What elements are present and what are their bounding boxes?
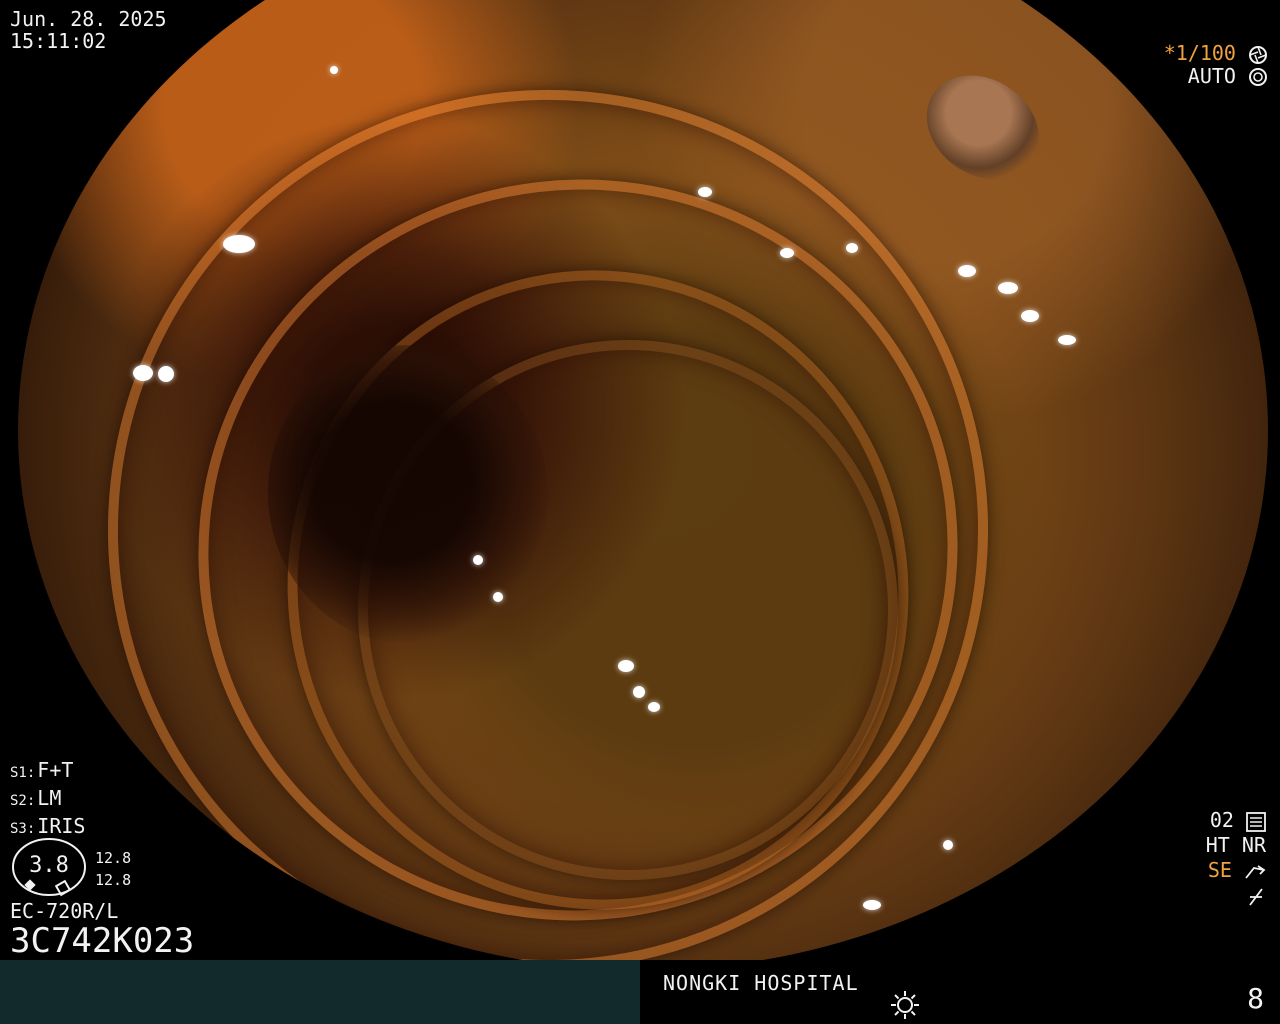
- setting-s1-value: F+T: [37, 758, 74, 782]
- light-reflection: [958, 265, 976, 277]
- hospital-name: NONGKI HOSPITAL: [663, 971, 859, 995]
- light-reflection: [493, 592, 503, 602]
- flash-off-icon: [1249, 887, 1263, 906]
- setting-s1: S1: F+T: [10, 758, 85, 786]
- light-reflection: [473, 555, 483, 565]
- datetime: Jun. 28. 2025 15:11:02: [10, 8, 167, 52]
- gauge-lower-value: 12.8: [95, 871, 132, 889]
- shutter-row: *1/100: [1164, 42, 1268, 65]
- status-ht: HT: [1205, 833, 1230, 857]
- setting-s1-key: S1:: [10, 765, 36, 781]
- light-reflection: [633, 686, 645, 698]
- light-reflection: [133, 365, 153, 381]
- endoscopic-image: [18, 0, 1268, 970]
- light-reflection: [698, 187, 712, 197]
- light-reflection: [330, 66, 338, 74]
- status-02: 02: [1209, 808, 1234, 832]
- setting-s3-key: S3:: [10, 821, 36, 837]
- status-se: SE: [1207, 858, 1232, 882]
- page-number: 8: [1247, 982, 1264, 1015]
- setting-s3-value: IRIS: [37, 814, 86, 838]
- gauge-side-values: 12.8 12.8: [95, 847, 131, 891]
- arrow-icon: [1245, 864, 1266, 879]
- light-reflection: [223, 235, 255, 253]
- status-row-3: SE: [1206, 858, 1266, 883]
- light-reflection: [943, 840, 953, 850]
- footer-left-bar: [0, 960, 640, 1024]
- gauge-upper-value: 12.8: [95, 849, 132, 867]
- scope-settings: S1: F+T S2: LM S3: IRIS: [10, 758, 85, 842]
- light-reflection: [1058, 335, 1076, 345]
- time-text: 15:11:02: [10, 29, 107, 53]
- sun-icon: [891, 991, 919, 1019]
- light-reflection: [1021, 310, 1039, 322]
- exposure-panel: *1/100 AUTO: [1164, 42, 1268, 87]
- setting-s2: S2: LM: [10, 786, 85, 814]
- light-reflection: [618, 660, 634, 672]
- setting-s2-value: LM: [37, 786, 62, 810]
- settings-sliders-icon: [1246, 811, 1266, 832]
- status-row-4: [1206, 883, 1266, 908]
- light-reflection: [158, 366, 174, 382]
- light-reflection: [998, 282, 1018, 294]
- exposure-mode-text: AUTO: [1187, 63, 1236, 88]
- processing-status: 02 HT NR SE: [1206, 808, 1266, 908]
- setting-s2-key: S2:: [10, 793, 36, 809]
- status-nr: NR: [1241, 833, 1266, 857]
- status-row-1: 02: [1206, 808, 1266, 833]
- gauge-main-value: 3.8: [29, 853, 69, 878]
- shutter-text: *1/100: [1163, 41, 1236, 65]
- endoscopy-screen: Jun. 28. 2025 15:11:02 *1/100 AUTO S1: F+…: [0, 0, 1280, 1024]
- status-row-2: HT NR: [1206, 833, 1266, 858]
- date-text: Jun. 28. 2025: [10, 7, 167, 31]
- exposure-mode-row: AUTO: [1164, 65, 1268, 88]
- iris-icon: [1249, 68, 1267, 86]
- polyp: [906, 54, 1060, 201]
- light-reflection: [863, 900, 881, 910]
- light-reflection: [846, 243, 858, 253]
- light-reflection: [780, 248, 794, 258]
- scope-serial: 3C742K023: [10, 921, 195, 961]
- aperture-icon: [1249, 45, 1267, 64]
- scope-model: EC-720R/L: [10, 899, 119, 923]
- light-reflection: [648, 702, 660, 712]
